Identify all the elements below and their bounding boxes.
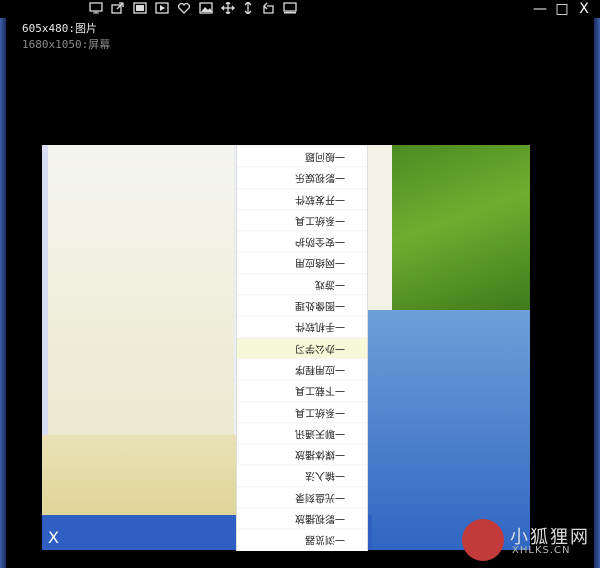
menu-item[interactable]: 一应用程序 <box>237 357 367 380</box>
menu-item[interactable]: 一安全防护 <box>237 230 367 252</box>
menu-item[interactable]: 一光盘刻录 <box>237 485 367 508</box>
menu-item[interactable]: 一游戏 <box>237 272 367 295</box>
maximize-button[interactable]: □ <box>552 0 572 18</box>
menu-item[interactable]: 一影视播放 <box>237 507 367 529</box>
menu-item[interactable]: 一下载工具 <box>237 379 367 401</box>
screenshot-sidebar-strip <box>42 145 48 435</box>
image-icon[interactable] <box>198 2 214 16</box>
play-icon[interactable] <box>154 2 170 16</box>
menu-item[interactable]: 一图像处理 <box>237 294 367 316</box>
monitor-icon[interactable] <box>88 2 104 16</box>
menu-item[interactable]: 一手机软件 <box>237 315 367 337</box>
heart-icon[interactable] <box>176 2 192 16</box>
menu-item[interactable]: 一输入法 <box>237 464 367 486</box>
start-menu-popup: 一般问题 一影视娱乐 一开发软件 一系统工具 一安全防护 一网络应用 一游戏 一… <box>236 145 368 551</box>
menu-item-selected[interactable]: 一办公学习 <box>237 336 367 358</box>
screen-size-label: 1680x1050:屏幕 <box>22 38 111 51</box>
viewer-close-icon[interactable]: X <box>48 528 59 547</box>
window-icon[interactable] <box>132 2 148 16</box>
rotate-icon[interactable] <box>260 2 276 16</box>
image-viewer-window: — □ X 605x480:图片 1680x1050:屏幕 一般问题 一影视娱乐… <box>0 0 600 568</box>
watermark: 小狐狸网 XHLKS.CN <box>462 519 596 565</box>
menu-item[interactable]: 一影视娱乐 <box>237 166 367 188</box>
resize-vertical-icon[interactable] <box>240 1 256 16</box>
move-icon[interactable] <box>220 1 236 16</box>
watermark-subtext: XHLKS.CN <box>512 545 571 556</box>
minimize-button[interactable]: — <box>530 0 550 18</box>
wallpaper-sky <box>368 310 530 550</box>
menu-item[interactable]: 一系统工具 <box>237 208 367 231</box>
wallpaper-grass <box>392 145 530 310</box>
menu-item[interactable]: 一般问题 <box>237 145 367 167</box>
menu-item[interactable]: 一聊天通讯 <box>237 421 367 444</box>
menu-item[interactable]: 一浏览器 <box>237 528 367 550</box>
screenshot-desktop-area <box>42 145 234 435</box>
menu-item[interactable]: 一媒体播放 <box>237 443 367 465</box>
titlebar: — □ X <box>0 0 600 18</box>
window-border-left <box>0 0 6 568</box>
fox-logo-icon <box>462 519 504 561</box>
menu-item[interactable]: 一系统工具 <box>237 400 367 422</box>
image-size-label: 605x480:图片 <box>22 22 97 35</box>
share-icon[interactable] <box>110 2 126 16</box>
close-button[interactable]: X <box>574 0 594 18</box>
menu-item[interactable]: 一开发软件 <box>237 187 367 209</box>
fit-screen-icon[interactable] <box>282 2 298 16</box>
window-border-right <box>594 0 600 568</box>
menu-item[interactable]: 一网络应用 <box>237 251 367 273</box>
